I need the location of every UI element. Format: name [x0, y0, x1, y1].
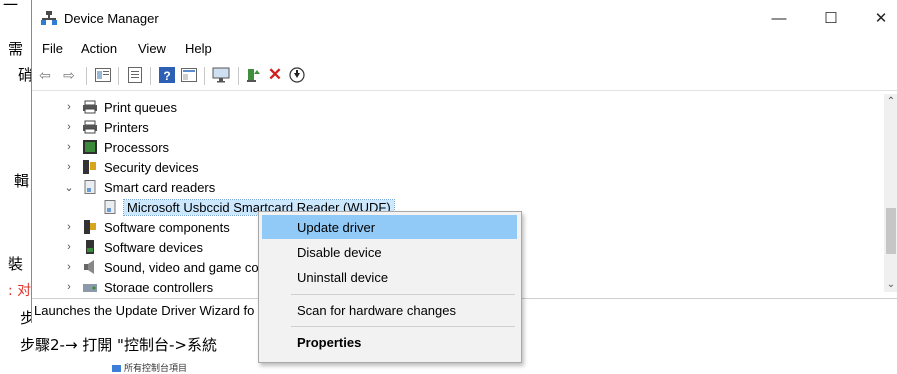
tree-item-label: Software components — [104, 219, 230, 235]
tree-item-label: Storage controllers — [104, 279, 214, 293]
minimize-icon: — — [771, 9, 787, 27]
tree-item-label: Sound, video and game co — [104, 259, 259, 275]
tree-item-label: Security devices — [104, 159, 199, 175]
software-component-icon — [84, 220, 96, 234]
menu-item-properties[interactable]: Properties — [262, 330, 517, 354]
doc-fragment: 需 — [8, 40, 24, 58]
doc-fragment: : 对 — [8, 283, 32, 299]
scroll-thumb[interactable] — [886, 208, 896, 254]
menu-help[interactable]: Help — [185, 41, 212, 56]
chevron-right-icon[interactable]: › — [62, 121, 76, 133]
smart-card-reader-icon — [84, 180, 96, 194]
speaker-icon — [84, 260, 94, 274]
menu-file[interactable]: File — [42, 41, 63, 56]
menu-action[interactable]: Action — [81, 41, 117, 56]
doc-fragment: 裝 — [8, 255, 24, 273]
menu-separator — [291, 326, 515, 327]
status-text: Launches the Update Driver Wizard fo — [34, 303, 255, 318]
back-icon[interactable]: ⇦ — [36, 66, 54, 84]
tree-item-print-queues[interactable]: › Print queues — [62, 97, 177, 117]
menu-view[interactable]: View — [138, 41, 166, 56]
monitor-icon[interactable] — [212, 66, 230, 84]
tree-item-label: Processors — [104, 139, 170, 155]
view-icon[interactable] — [180, 66, 198, 84]
chevron-right-icon[interactable]: › — [62, 101, 76, 113]
menu-item-disable-device[interactable]: Disable device — [262, 240, 517, 264]
doc-fragment: 一 — [3, 0, 19, 14]
chevron-right-icon[interactable]: › — [62, 241, 76, 253]
chevron-right-icon[interactable]: › — [62, 141, 76, 153]
maximize-button[interactable]: ☐ — [808, 0, 854, 36]
chevron-right-icon[interactable]: › — [62, 261, 76, 273]
menu-item-update-driver[interactable]: Update driver — [262, 215, 517, 239]
processor-icon — [83, 140, 97, 154]
menu-separator — [291, 294, 515, 295]
device-manager-icon — [41, 11, 57, 25]
toolbar-separator — [150, 67, 151, 85]
scroll-up-icon[interactable]: ⌃ — [884, 96, 897, 107]
tree-item-label: Smart card readers — [104, 179, 216, 195]
chevron-right-icon[interactable]: › — [62, 161, 76, 173]
close-button[interactable]: ✕ — [858, 0, 897, 36]
uninstall-icon[interactable]: ✕ — [266, 65, 284, 84]
scroll-down-icon[interactable]: ⌄ — [884, 279, 897, 290]
tree-item-label: Printers — [104, 119, 149, 135]
control-panel-icon — [112, 365, 121, 372]
printer-icon — [83, 120, 97, 134]
toolbar-separator — [238, 67, 239, 85]
smart-card-reader-icon — [104, 200, 116, 214]
storage-controller-icon — [83, 284, 97, 292]
tree-item-processors[interactable]: › Processors — [62, 137, 169, 157]
toolbar-separator — [118, 67, 119, 85]
forward-icon[interactable]: ⇨ — [60, 66, 78, 84]
chevron-right-icon[interactable]: › — [62, 221, 76, 233]
doc-view-icon[interactable] — [126, 66, 144, 84]
toolbar: ⇦ ⇨ ? ✕ — [32, 62, 897, 91]
doc-step2-line: 步驟2-→ 打開 "控制台->系統 — [20, 336, 217, 354]
tree-item-storage-controllers[interactable]: › Storage controllers — [62, 277, 213, 292]
close-icon: ✕ — [874, 10, 888, 27]
doc-caption: 所有控制台項目 — [112, 361, 187, 374]
tree-item-sound-video[interactable]: › Sound, video and game co — [62, 257, 259, 277]
menu-item-uninstall-device[interactable]: Uninstall device — [262, 265, 517, 289]
menu-item-scan-hardware[interactable]: Scan for hardware changes — [262, 298, 517, 322]
help-icon[interactable]: ? — [158, 66, 176, 84]
menu-bar: File Action View Help — [32, 37, 897, 59]
tree-item-label: Print queues — [104, 99, 177, 115]
tree-item-label: Software devices — [104, 239, 203, 255]
title-bar[interactable]: Device Manager — ☐ ✕ — [32, 0, 897, 36]
doc-fragment: 輯 — [14, 172, 30, 190]
chevron-right-icon[interactable]: › — [62, 281, 76, 292]
vertical-scrollbar[interactable]: ⌃ ⌄ — [884, 94, 897, 292]
update-driver-icon[interactable] — [244, 66, 262, 84]
context-menu: Update driver Disable device Uninstall d… — [258, 211, 522, 363]
svg-text:?: ? — [163, 69, 170, 83]
tree-item-security-devices[interactable]: › Security devices — [62, 157, 199, 177]
scan-icon[interactable] — [288, 66, 306, 84]
toolbar-separator — [86, 67, 87, 85]
window-title: Device Manager — [64, 11, 159, 26]
chevron-down-icon[interactable]: ⌄ — [62, 181, 76, 194]
tree-item-software-components[interactable]: › Software components — [62, 217, 230, 237]
tree-item-printers[interactable]: › Printers — [62, 117, 149, 137]
toolbar-separator — [204, 67, 205, 85]
properties-icon[interactable] — [94, 66, 112, 84]
printer-icon — [83, 100, 97, 114]
tree-item-software-devices[interactable]: › Software devices — [62, 237, 203, 257]
security-device-icon — [83, 160, 96, 174]
tree-item-smart-card-readers[interactable]: ⌄ Smart card readers — [62, 177, 215, 197]
maximize-icon: ☐ — [824, 10, 838, 27]
software-device-icon — [86, 240, 94, 254]
minimize-button[interactable]: — — [756, 0, 802, 36]
